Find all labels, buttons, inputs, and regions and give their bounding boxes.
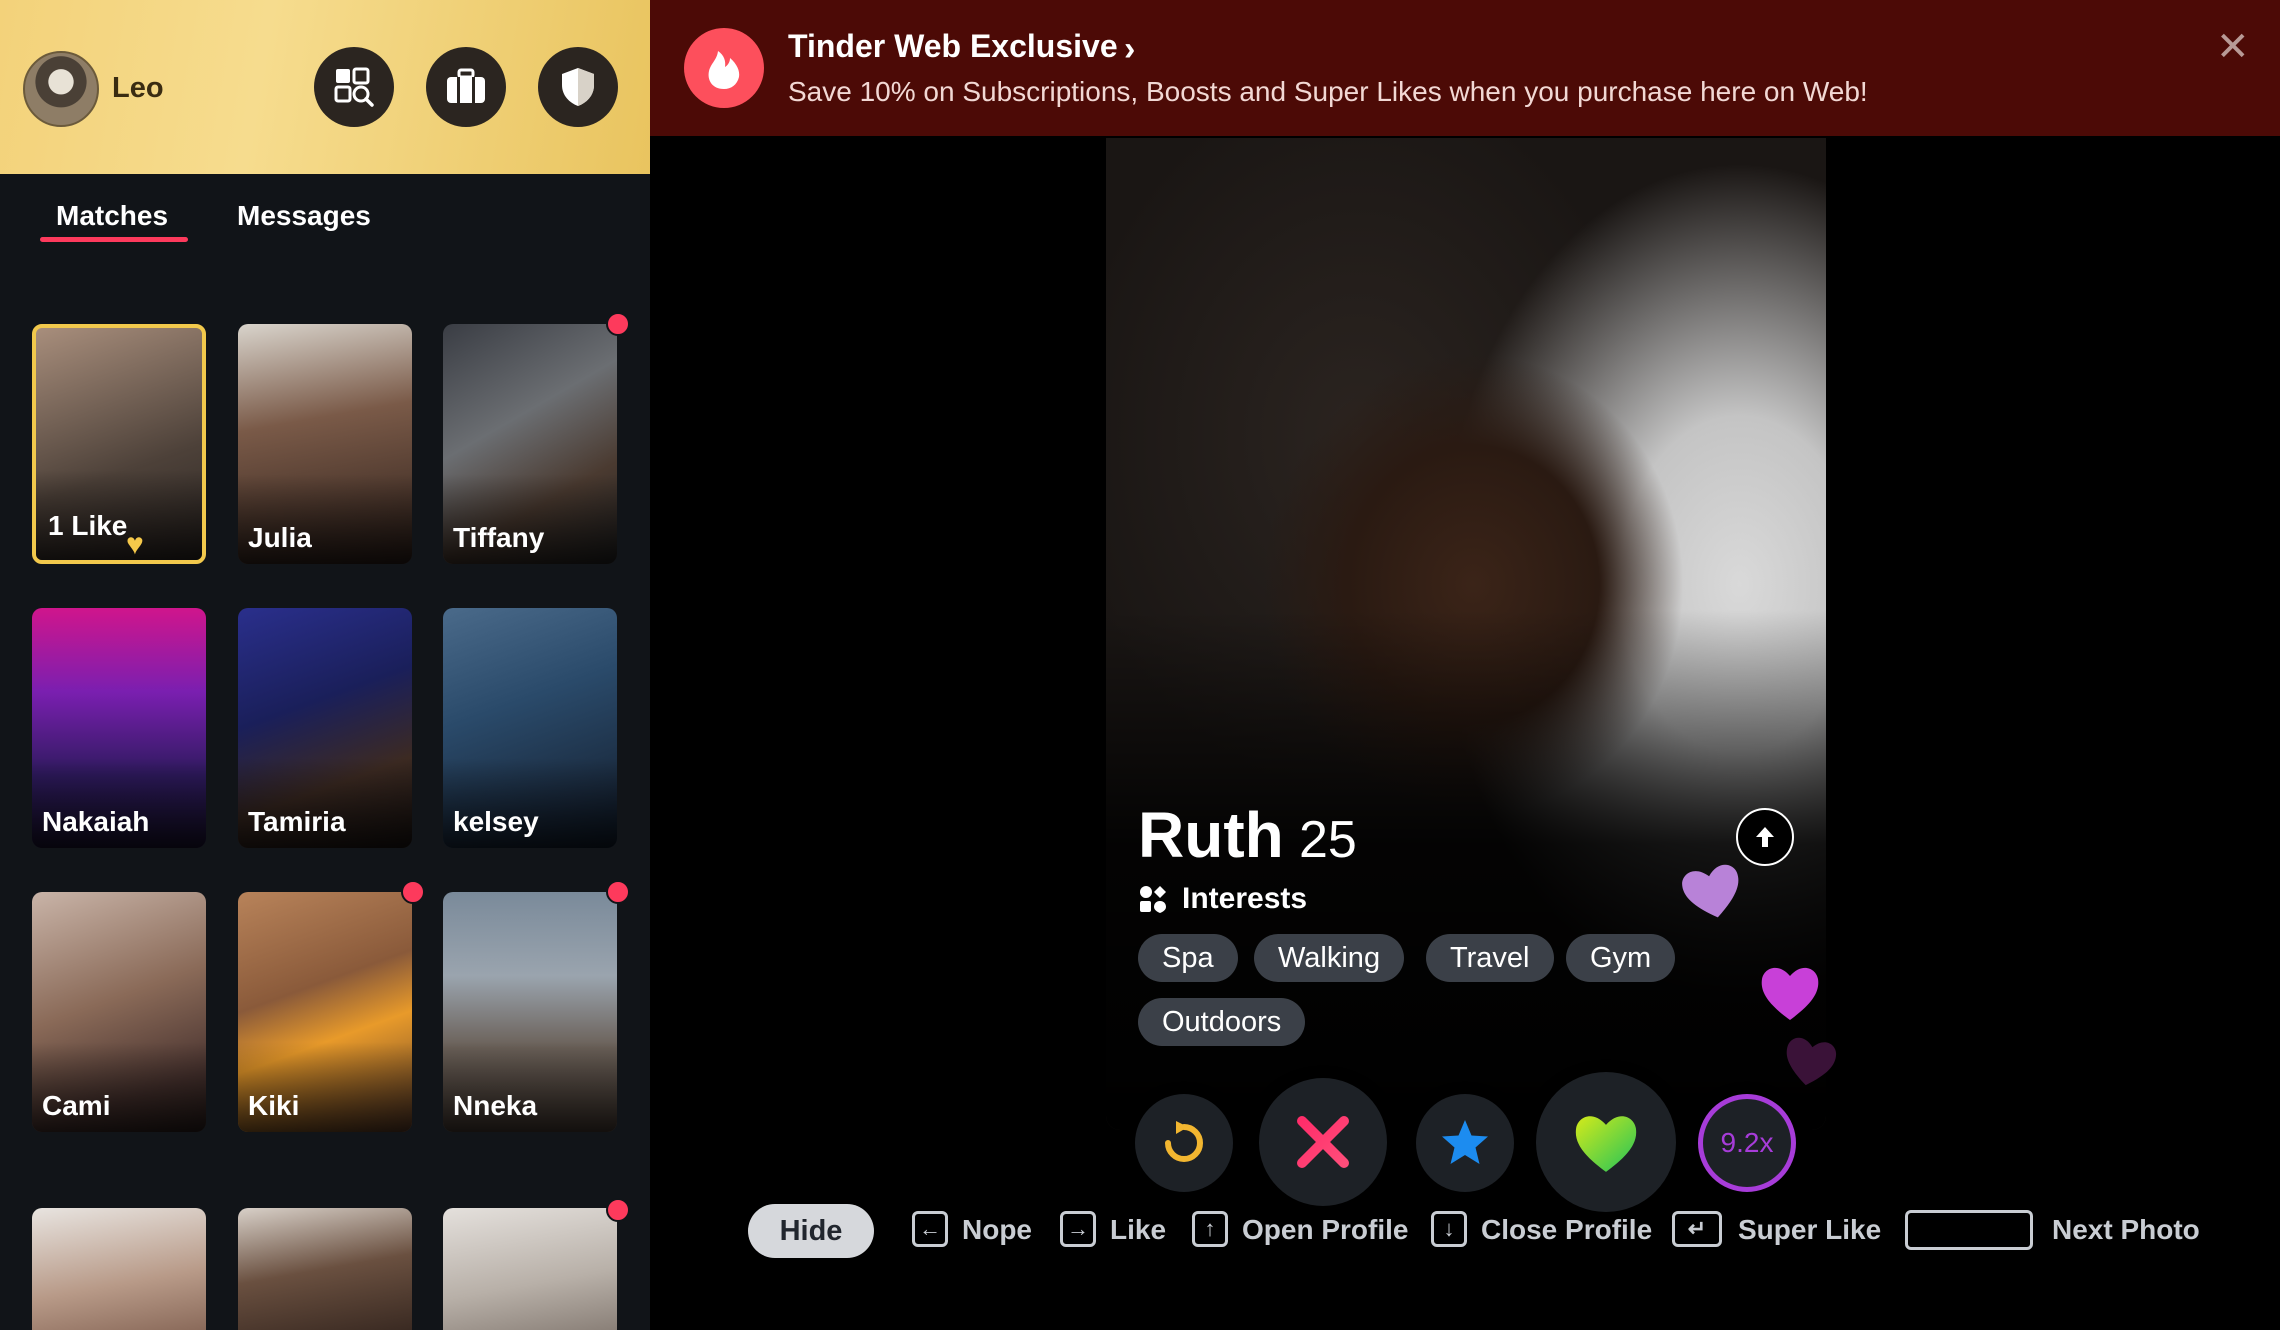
heart-icon [1575, 1116, 1637, 1172]
promo-banner[interactable]: Tinder Web Exclusive › Save 10% on Subsc… [650, 0, 2280, 136]
profile-age: 25 [1299, 811, 1357, 869]
enter-key-icon: ↵ [1672, 1211, 1722, 1247]
card-name: 1 Like [48, 510, 128, 541]
sidebar-header: Leo [0, 0, 650, 174]
nope-button[interactable] [1259, 1078, 1387, 1206]
down-arrow-key-icon: ↓ [1431, 1211, 1467, 1247]
open-profile-button[interactable] [1736, 808, 1794, 866]
shortcut-open-profile-label: Open Profile [1242, 1214, 1409, 1245]
work-button[interactable] [426, 47, 506, 127]
profile-name: Ruth [1138, 799, 1284, 871]
tab-messages[interactable]: Messages [237, 200, 371, 232]
space-key-icon [1905, 1210, 2033, 1250]
briefcase-icon [447, 68, 485, 103]
match-card-nakaiah[interactable]: Nakaiah [32, 608, 206, 848]
chevron-right-icon: › [1124, 30, 1136, 68]
interests-icon [1140, 886, 1166, 913]
shortcut-like-label: Like [1110, 1214, 1167, 1245]
gold-heart-icon: ♥ [126, 528, 144, 561]
card-name: Tiffany [453, 522, 545, 553]
match-card[interactable] [32, 1208, 206, 1330]
floating-heart-icon [1761, 967, 1819, 1020]
match-card-nneka[interactable]: Nneka [443, 892, 617, 1132]
card-name: Kiki [248, 1090, 300, 1121]
match-card-julia[interactable]: Julia [238, 324, 412, 564]
shield-icon [562, 68, 594, 106]
unread-dot [606, 312, 630, 336]
interest-chip: Spa [1138, 934, 1238, 982]
match-card-tamiria[interactable]: Tamiria [238, 608, 412, 848]
boost-button[interactable]: 9.2x [1698, 1094, 1796, 1192]
card-name: Nakaiah [42, 806, 150, 837]
super-like-button[interactable] [1416, 1094, 1514, 1192]
tinder-flame-logo [684, 28, 764, 108]
banner-text: Save 10% on Subscriptions, Boosts and Su… [788, 76, 1868, 107]
floating-heart-icon [1786, 1037, 1837, 1086]
left-arrow-key-icon: ← [912, 1211, 948, 1247]
interests-heading: Interests [1138, 882, 1307, 916]
shortcut-super-like-label: Super Like [1738, 1214, 1882, 1245]
banner-title: Tinder Web Exclusive [788, 28, 1118, 64]
match-card-tiffany[interactable]: Tiffany [443, 324, 617, 564]
interest-chip: Gym [1566, 934, 1676, 982]
shortcut-next-photo-label: Next Photo [2052, 1214, 2200, 1245]
floating-heart-icon [1682, 864, 1739, 918]
user-avatar[interactable] [23, 51, 99, 127]
safety-button[interactable] [538, 47, 618, 127]
boost-multiplier: 9.2x [1720, 1127, 1774, 1158]
close-icon[interactable]: ✕ [2216, 24, 2250, 70]
close-x-icon [1297, 1116, 1349, 1168]
card-name: Cami [42, 1090, 111, 1121]
interests-label: Interests [1182, 882, 1308, 915]
match-card[interactable] [238, 1208, 412, 1330]
flame-icon [708, 51, 740, 89]
interest-chip: Outdoors [1138, 998, 1306, 1046]
interest-chip: Walking [1254, 934, 1405, 982]
tab-matches[interactable]: Matches [56, 200, 168, 232]
unread-dot [401, 880, 425, 904]
card-name: Julia [248, 522, 312, 553]
star-icon [1442, 1120, 1488, 1164]
match-card-cami[interactable]: Cami [32, 892, 206, 1132]
up-arrow-key-icon: ↑ [1192, 1211, 1228, 1247]
card-name: Nneka [453, 1090, 538, 1121]
right-arrow-key-icon: → [1060, 1211, 1096, 1247]
arrow-up-icon [1756, 827, 1774, 847]
active-tab-indicator [40, 237, 188, 242]
rewind-icon [1165, 1121, 1203, 1162]
interest-chip: Travel [1426, 934, 1554, 982]
sidebar-tabs: Matches Messages [0, 174, 650, 254]
profile-card[interactable]: Ruth 25 Interests Spa Walking Travel Gym… [1106, 138, 1826, 1130]
card-name: Tamiria [248, 806, 346, 837]
unread-dot [606, 1198, 630, 1222]
shortcut-nope-label: Nope [962, 1214, 1032, 1245]
likes-you-card[interactable]: 1 Like ♥ [32, 324, 206, 564]
card-name: kelsey [453, 806, 539, 837]
hide-shortcuts-button[interactable]: Hide [748, 1204, 874, 1258]
match-card-kelsey[interactable]: kelsey [443, 608, 617, 848]
match-card[interactable] [443, 1208, 617, 1330]
explore-icon [334, 67, 374, 107]
rewind-button[interactable] [1135, 1094, 1233, 1192]
sidebar: Leo Matches Messages 1 Like ♥ Julia Tiff… [0, 0, 650, 1330]
user-name[interactable]: Leo [112, 72, 164, 105]
like-button[interactable] [1536, 1072, 1676, 1212]
unread-dot [606, 880, 630, 904]
explore-button[interactable] [314, 47, 394, 127]
shortcut-close-profile-label: Close Profile [1481, 1214, 1653, 1245]
match-card-kiki[interactable]: Kiki [238, 892, 412, 1132]
